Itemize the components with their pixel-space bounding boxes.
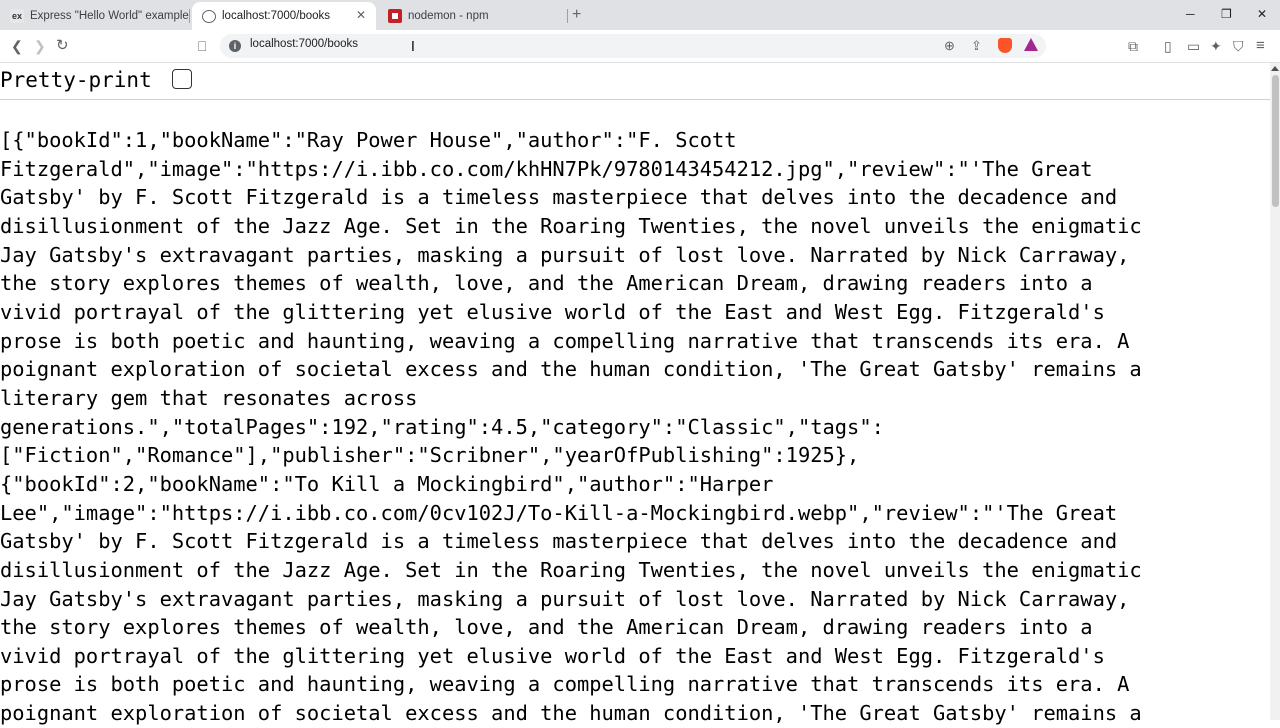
address-bar[interactable]: i localhost:7000/books ⊕ ⇪: [220, 34, 1046, 58]
tab-title: nodemon - npm: [408, 10, 489, 22]
json-text-line: generations.","totalPages":192,"rating":…: [0, 414, 884, 439]
brave-rewards-icon[interactable]: [1024, 38, 1038, 51]
zoom-icon[interactable]: ⊕: [944, 38, 955, 54]
json-text-line: vivid portrayal of the glittering yet el…: [0, 299, 1105, 324]
tab-localhost-books[interactable]: localhost:7000/books ✕: [192, 2, 376, 30]
brave-shields-icon[interactable]: [998, 38, 1012, 53]
wallet-icon[interactable]: ▭: [1187, 38, 1200, 54]
new-tab-button[interactable]: +: [572, 6, 581, 24]
vpn-icon[interactable]: ⛉: [1233, 38, 1244, 54]
json-text-line: prose is both poetic and haunting, weavi…: [0, 672, 1130, 697]
json-text-line: vivid portrayal of the glittering yet el…: [0, 643, 1105, 668]
tab-separator: [189, 9, 190, 23]
leo-ai-icon[interactable]: ✦: [1210, 38, 1222, 54]
json-text-line: prose is both poetic and haunting, weavi…: [0, 328, 1130, 353]
text-cursor-icon: I: [411, 40, 415, 55]
pretty-print-bar: Pretty-print: [0, 63, 1270, 100]
npm-icon: [388, 9, 402, 23]
express-ex-icon: ex: [10, 9, 24, 23]
json-text-line: the story explores themes of wealth, lov…: [0, 615, 1093, 640]
scrollbar-thumb[interactable]: [1272, 75, 1279, 207]
json-text-line: Jay Gatsby's extravagant parties, maskin…: [0, 242, 1130, 267]
json-text-line: Gatsby' by F. Scott Fitzgerald is a time…: [0, 185, 1118, 210]
json-text-line: disillusionment of the Jazz Age. Set in …: [0, 557, 1142, 582]
reload-icon[interactable]: ↻: [56, 38, 69, 54]
globe-icon: [202, 9, 216, 23]
json-response-body: [{"bookId":1,"bookName":"Ray Power House…: [0, 126, 1270, 728]
json-text-line: Gatsby' by F. Scott Fitzgerald is a time…: [0, 529, 1118, 554]
scroll-up-arrow-icon[interactable]: [1271, 66, 1279, 71]
close-tab-icon[interactable]: ✕: [356, 8, 366, 22]
json-text-line: {"bookId":2,"bookName":"To Kill a Mockin…: [0, 471, 774, 496]
minimize-button[interactable]: ─: [1186, 7, 1195, 21]
sidebar-icon[interactable]: ▯: [1164, 38, 1172, 54]
json-text-line: Fitzgerald","image":"https://i.ibb.co.co…: [0, 156, 1093, 181]
browser-toolbar: ❮ ❯ ↻ ⎕ i localhost:7000/books ⊕ ⇪ ⧉ ▯ ▭…: [0, 30, 1280, 63]
back-icon[interactable]: ❮: [11, 38, 23, 54]
tab-strip: ex Express "Hello World" example localho…: [0, 0, 1280, 30]
tab-express-hello-world[interactable]: ex Express "Hello World" example: [0, 2, 190, 30]
json-text-line: disillusionment of the Jazz Age. Set in …: [0, 213, 1142, 238]
restore-button[interactable]: ❐: [1221, 7, 1232, 21]
forward-icon[interactable]: ❯: [34, 38, 46, 54]
json-text-line: ["Fiction","Romance"],"publisher":"Scrib…: [0, 443, 860, 468]
tab-search-icon[interactable]: ⧉: [1128, 38, 1138, 54]
json-text-line: Jay Gatsby's extravagant parties, maskin…: [0, 586, 1130, 611]
json-text-line: the story explores themes of wealth, lov…: [0, 271, 1093, 296]
json-text-line: literary gem that resonates across: [0, 385, 418, 410]
tab-title: Express "Hello World" example: [30, 10, 189, 22]
json-text-line: [{"bookId":1,"bookName":"Ray Power House…: [0, 128, 737, 152]
tab-title: localhost:7000/books: [222, 10, 331, 22]
site-info-icon[interactable]: i: [229, 40, 241, 52]
json-text-line: Lee","image":"https://i.ibb.co.com/0cv10…: [0, 500, 1118, 525]
share-icon[interactable]: ⇪: [971, 38, 982, 54]
tab-separator: [567, 9, 568, 23]
bookmark-icon[interactable]: ⎕: [198, 38, 206, 54]
json-text-line: poignant exploration of societal excess …: [0, 357, 1142, 382]
menu-icon[interactable]: ≡: [1256, 38, 1265, 54]
url-text[interactable]: localhost:7000/books: [250, 38, 358, 50]
window-close-button[interactable]: ✕: [1257, 7, 1267, 21]
json-text-line: poignant exploration of societal excess …: [0, 701, 1142, 726]
pretty-print-label: Pretty-print: [0, 68, 152, 92]
pretty-print-checkbox[interactable]: [172, 69, 192, 89]
tab-nodemon-npm[interactable]: nodemon - npm: [378, 2, 568, 30]
